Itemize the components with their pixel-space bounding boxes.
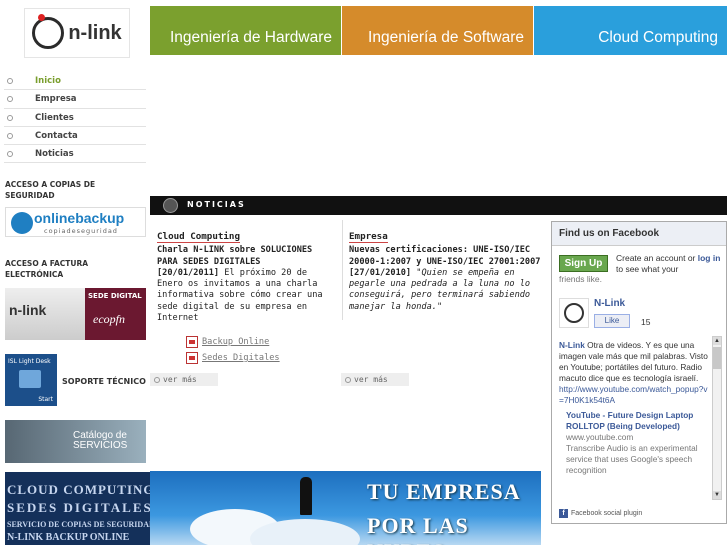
news-item-cloud: Cloud Computing Charla N-LINK sobre SOLU… (157, 231, 337, 324)
main-menu: Inicio Empresa Clientes Contacta Noticia… (4, 72, 146, 164)
sede-nlink-logo: n-link (5, 288, 85, 340)
catalogo-servicios-banner[interactable]: Catálogo de SERVICIOS (5, 420, 146, 463)
link-backup-online[interactable]: Backup Online (186, 334, 280, 350)
onlinebackup-banner[interactable]: onlinebackup copiadeseguridad (5, 207, 146, 237)
document-links: Backup Online Sedes Digitales (186, 334, 280, 366)
facebook-widget: Find us on Facebook Sign Up Create an ac… (551, 221, 727, 524)
news-date: [27/01/2010] (349, 267, 412, 278)
card-domain: www.youtube.com (566, 432, 634, 442)
banner-line-2: POR LAS NUBES (367, 513, 469, 545)
news-item-empresa: Empresa Nuevas certificaciones: UNE-ISO/… (349, 231, 544, 313)
onlinebackup-subtitle: copiadeseguridad (44, 227, 118, 235)
menu-item-noticias[interactable]: Noticias (4, 145, 146, 164)
sede-digital-label: SEDE DIGITAL (88, 292, 142, 300)
noticias-bar: NOTICIAS (150, 196, 727, 215)
tu-empresa-banner[interactable]: TU EMPRESA POR LAS NUBES (150, 471, 541, 545)
news-headline[interactable]: Charla N-LINK sobre SOLUCIONES PARA SEDE… (157, 245, 337, 268)
noticias-icon (163, 198, 178, 213)
login-link[interactable]: log in (698, 253, 721, 263)
create-tail: to see what your (616, 264, 679, 274)
menu-item-inicio[interactable]: Inicio (4, 72, 146, 91)
menu-item-empresa[interactable]: Empresa (4, 90, 146, 109)
post-author[interactable]: N-Link (559, 340, 585, 350)
ver-mas-button[interactable]: ver más (150, 373, 218, 386)
tab-ingenieria-hardware[interactable]: Ingeniería de Hardware (150, 6, 341, 55)
copias-heading: ACCESO A COPIAS DE SEGURIDAD (5, 180, 96, 200)
tab-cloud-computing[interactable]: Cloud Computing (533, 6, 727, 55)
sede-digital-banner[interactable]: n-link SEDE DIGITAL ecopfn (5, 288, 146, 340)
friends-like-text: friends like. (559, 274, 602, 284)
cloud-line-3: SERVICIO DE COPIAS DE SEGURIDAD (7, 520, 150, 529)
scroll-thumb[interactable] (713, 347, 721, 369)
businessman-figure (300, 477, 312, 515)
tab-ingenieria-software[interactable]: Ingeniería de Software (341, 6, 533, 55)
isl-screen-icon (19, 370, 41, 388)
nlink-avatar-icon (564, 303, 584, 323)
link-card[interactable]: YouTube - Future Design Laptop ROLLTOP (… (566, 410, 711, 476)
feed-post: N-Link Otra de videos. Y es que una imag… (559, 340, 711, 384)
page-name[interactable]: N-Link (594, 298, 625, 309)
onlinebackup-icon (11, 212, 33, 234)
pdf-icon (186, 336, 198, 348)
link-label: Backup Online (202, 337, 270, 347)
facebook-plugin-credit[interactable]: f Facebook social plugin (559, 509, 642, 518)
facebook-icon: f (559, 509, 568, 518)
soporte-tecnico-label[interactable]: SOPORTE TÉCNICO (62, 377, 146, 386)
sidebar: n-link Inicio Empresa Clientes Contacta … (0, 0, 150, 545)
catalogo-text: Catálogo de SERVICIOS (73, 430, 128, 451)
like-button[interactable]: Like (594, 314, 630, 328)
sede-logo-text: n-link (9, 302, 47, 318)
news-headline[interactable]: Nuevas certificaciones: UNE-ISO/IEC 2000… (349, 245, 544, 268)
factura-heading: ACCESO A FACTURA ELECTRÓNICA (5, 259, 89, 279)
scroll-up-icon[interactable]: ▲ (713, 337, 721, 345)
page-avatar[interactable] (559, 298, 589, 328)
plugin-text: Facebook social plugin (571, 510, 643, 517)
menu-item-contacta[interactable]: Contacta (4, 127, 146, 146)
link-label: Sedes Digitales (202, 353, 280, 363)
logo-circle-icon (32, 14, 65, 49)
logo-text: n-link (68, 21, 122, 44)
pdf-icon (186, 352, 198, 364)
isl-start: Start (38, 396, 53, 403)
banner-line-1: TU EMPRESA (367, 479, 521, 504)
onlinebackup-title: onlinebackup (34, 210, 125, 226)
news-divider (342, 220, 343, 320)
create-text: Create an account or (616, 253, 698, 263)
isl-label: ISL Light Desk (8, 358, 51, 365)
news-category[interactable]: Empresa (349, 231, 388, 244)
feed-scrollbar[interactable]: ▲ ▼ (712, 336, 722, 500)
card-description: Transcribe Audio is an experimental serv… (566, 443, 698, 475)
nlink-logo[interactable]: n-link (24, 8, 130, 58)
page: n-link Inicio Empresa Clientes Contacta … (0, 0, 727, 545)
ver-mas-button[interactable]: ver más (341, 373, 409, 386)
scroll-down-icon[interactable]: ▼ (713, 491, 721, 499)
noticias-title: NOTICIAS (187, 200, 246, 209)
create-account-text: Create an account or log in to see what … (616, 253, 724, 275)
ecopfn-brand: ecopfn (93, 312, 125, 326)
post-link[interactable]: http://www.youtube.com/watch_popup?v=7H0… (559, 384, 711, 406)
sede-digital-panel: SEDE DIGITAL ecopfn (85, 288, 146, 340)
facebook-feed: N-Link Otra de videos. Y es que una imag… (559, 340, 711, 502)
news-date: [20/01/2011] (157, 267, 220, 278)
isl-light-desk-button[interactable]: ISL Light Desk Start (5, 354, 57, 406)
link-sedes-digitales[interactable]: Sedes Digitales (186, 350, 280, 366)
cloud-line-4: N-LINK BACKUP ONLINE (7, 532, 130, 543)
card-title: YouTube - Future Design Laptop ROLLTOP (… (566, 410, 694, 431)
facebook-title: Find us on Facebook (552, 222, 726, 246)
cloud-services-banner[interactable]: CLOUD COMPUTING SEDES DIGITALES SERVICIO… (5, 472, 150, 545)
cloud-line-1: CLOUD COMPUTING (7, 482, 150, 497)
menu-item-clientes[interactable]: Clientes (4, 109, 146, 127)
news-category[interactable]: Cloud Computing (157, 231, 240, 244)
signup-button[interactable]: Sign Up (559, 255, 608, 272)
top-nav: Ingeniería de Hardware Ingeniería de Sof… (150, 6, 727, 55)
cloud-line-2: SEDES DIGITALES (7, 500, 150, 515)
like-count: 15 (641, 317, 651, 327)
